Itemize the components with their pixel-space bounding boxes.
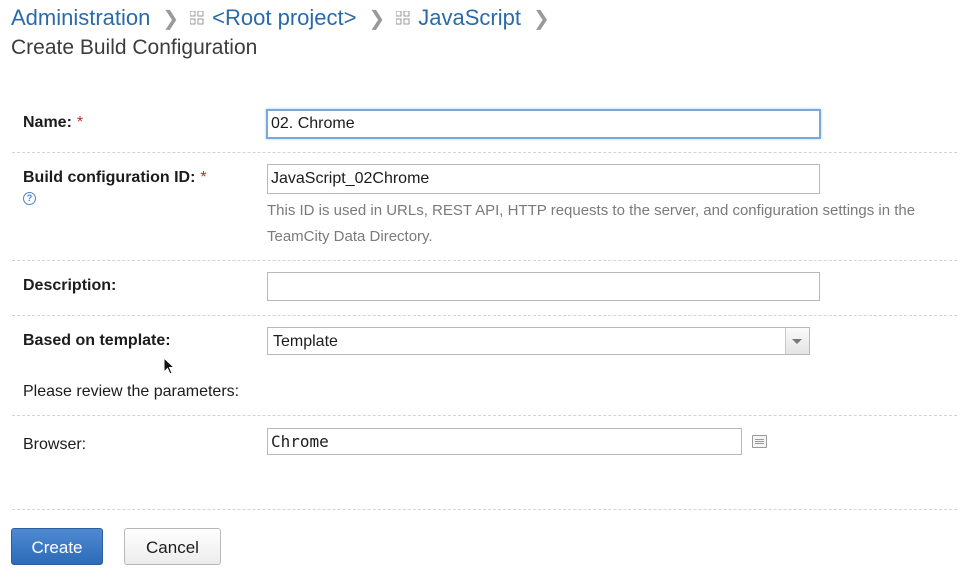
name-label: Name: *	[23, 114, 83, 132]
divider	[12, 509, 957, 510]
build-id-note: This ID is used in URLs, REST API, HTTP …	[267, 202, 916, 245]
chevron-right-icon: ❯	[162, 7, 180, 30]
chevron-right-icon: ❯	[368, 7, 386, 30]
divider	[12, 260, 957, 261]
name-input[interactable]	[266, 109, 821, 139]
build-id-label: Build configuration ID: *	[23, 169, 207, 187]
mouse-pointer-icon	[163, 356, 176, 380]
cancel-button[interactable]: Cancel	[124, 528, 221, 565]
template-select[interactable]: Template	[267, 327, 810, 355]
review-parameters-text: Please review the parameters:	[23, 383, 240, 400]
description-label: Description:	[23, 277, 117, 294]
divider	[12, 152, 957, 153]
help-icon[interactable]: ?	[23, 192, 36, 205]
breadcrumb-javascript[interactable]: JavaScript	[418, 5, 521, 31]
breadcrumb-administration[interactable]: Administration	[11, 5, 150, 31]
required-marker: *	[76, 114, 84, 131]
template-label: Based on template:	[23, 332, 171, 349]
build-id-input[interactable]	[267, 164, 820, 194]
breadcrumb: Administration ❯ <Root project> ❯ JavaSc…	[11, 4, 561, 32]
breadcrumb-root-project[interactable]: <Root project>	[212, 5, 356, 31]
chevron-down-icon[interactable]	[785, 328, 809, 354]
chevron-right-icon: ❯	[532, 7, 550, 30]
project-icon	[395, 5, 410, 31]
template-select-value: Template	[273, 333, 338, 350]
required-marker: *	[200, 169, 207, 186]
divider	[12, 315, 957, 316]
divider	[12, 415, 957, 416]
create-button[interactable]: Create	[11, 528, 103, 565]
project-icon	[189, 5, 204, 31]
build-id-label-text: Build configuration ID:	[23, 169, 196, 186]
browser-label: Browser:	[23, 436, 87, 453]
description-input[interactable]	[267, 272, 820, 301]
edit-value-icon[interactable]	[752, 435, 767, 448]
name-label-text: Name:	[23, 114, 72, 131]
browser-input[interactable]	[267, 428, 742, 455]
page-title: Create Build Configuration	[11, 36, 258, 59]
